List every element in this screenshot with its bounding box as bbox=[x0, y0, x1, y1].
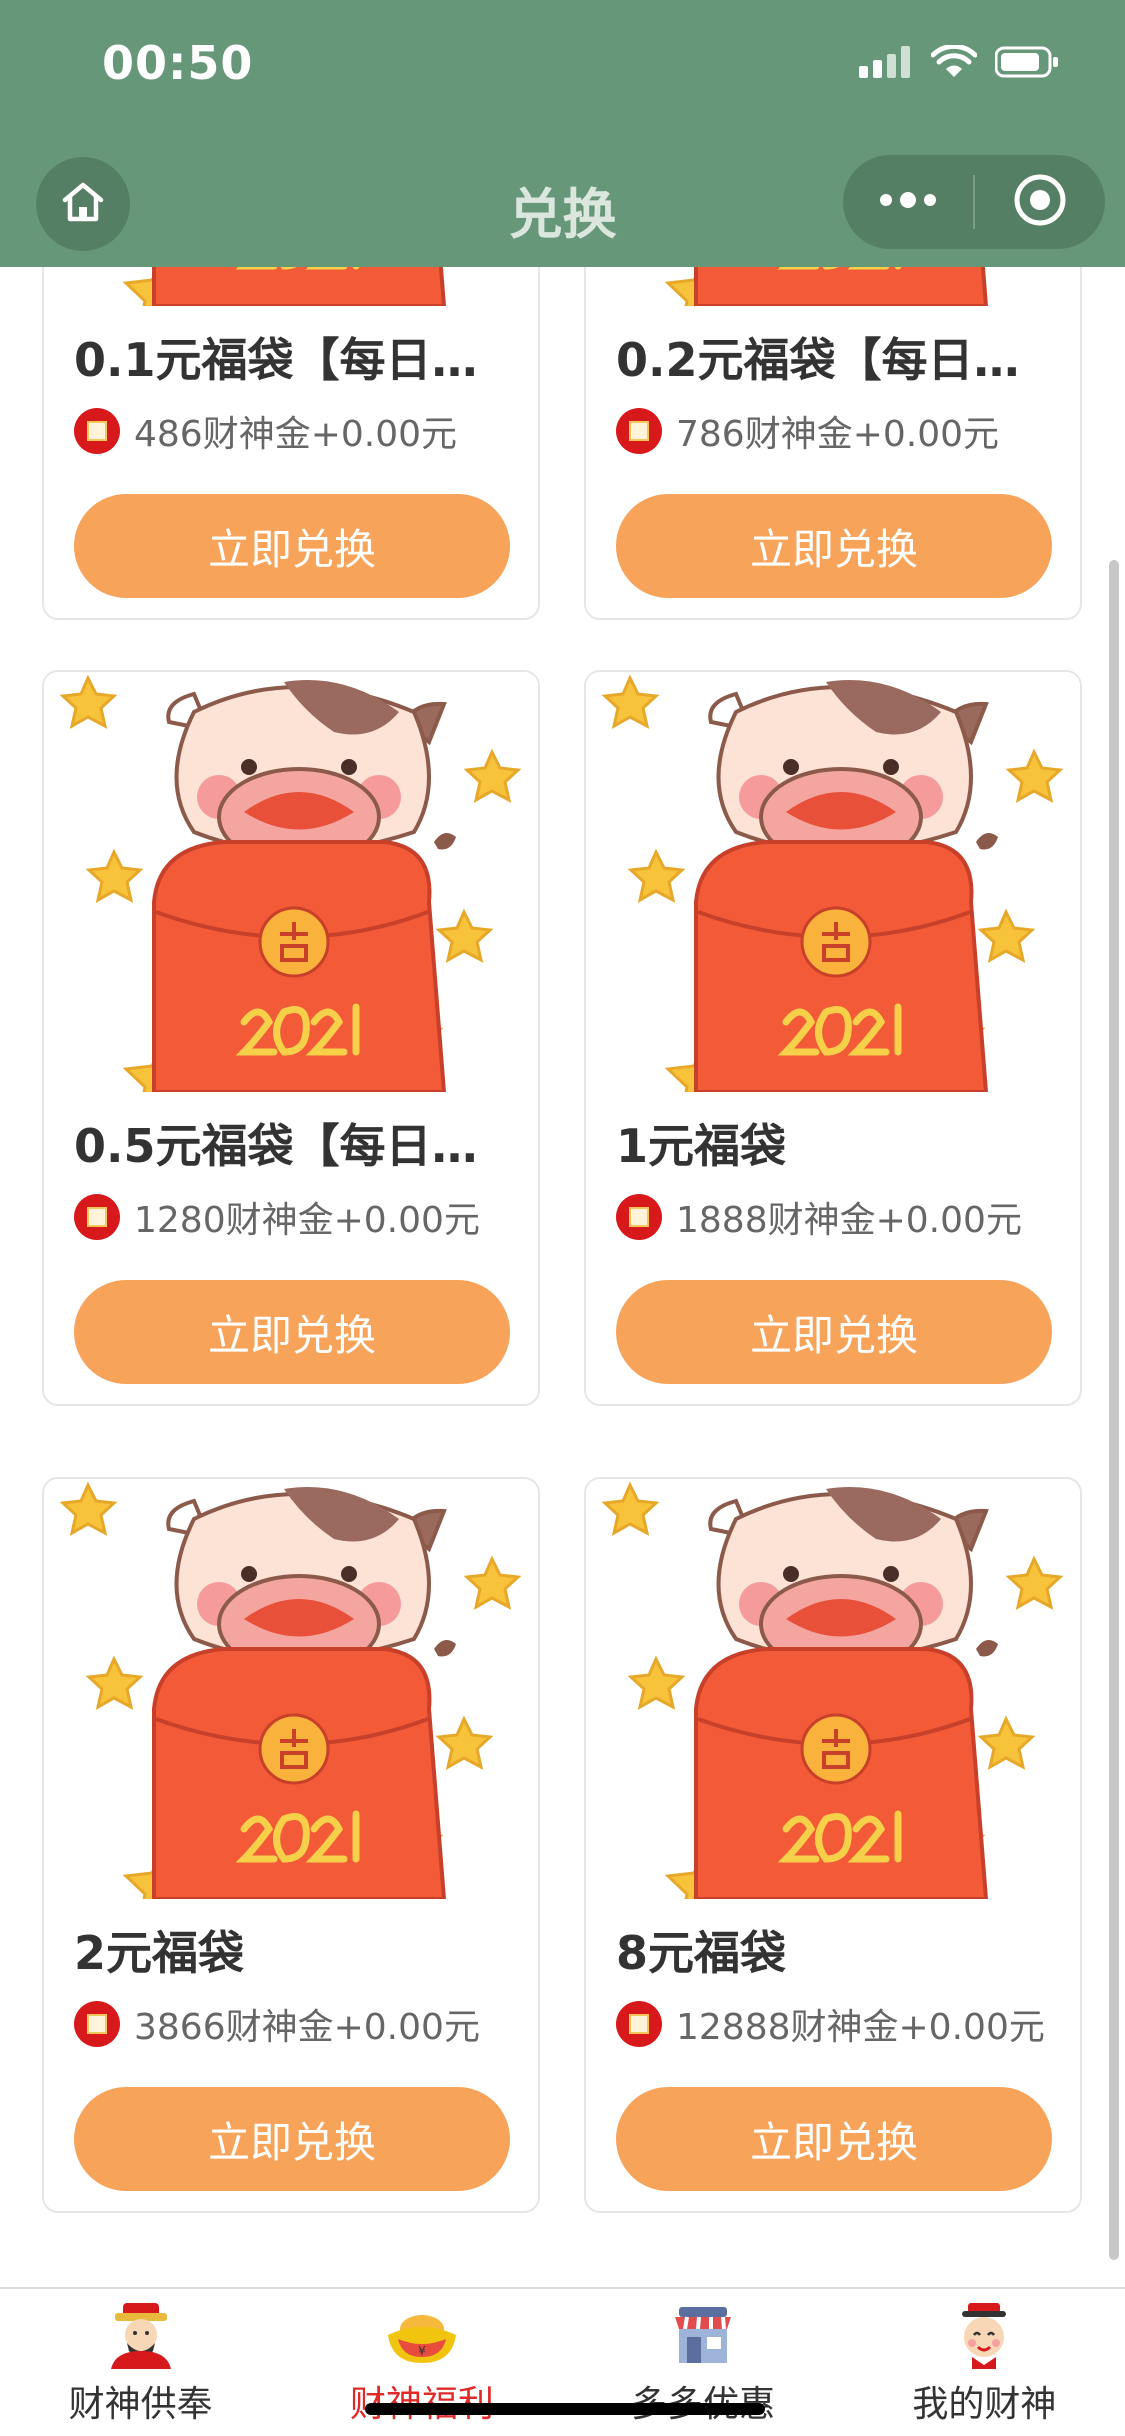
close-miniprogram-button[interactable] bbox=[975, 155, 1105, 249]
price-row: 12888财神金+0.00元 bbox=[616, 1999, 1045, 2049]
product-title: 0.5元福袋【每日… bbox=[74, 1119, 478, 1173]
price-row: 1888财神金+0.00元 bbox=[616, 1192, 1022, 1242]
exchange-screen: 00:50 兑换 0.1元福袋【每日… 486财神金+0.00元 立即兑换 0.… bbox=[0, 0, 1125, 2436]
status-icons bbox=[859, 43, 1059, 84]
header: 00:50 兑换 bbox=[0, 0, 1125, 267]
tab-my-caishen[interactable]: 我的财神 bbox=[844, 2289, 1125, 2436]
more-button[interactable] bbox=[843, 155, 973, 249]
product-card[interactable]: 0.2元福袋【每日… 786财神金+0.00元 立即兑换 bbox=[584, 267, 1082, 620]
home-indicator bbox=[365, 2403, 765, 2415]
status-time: 00:50 bbox=[102, 36, 254, 90]
gold-ingot-icon: ¥ bbox=[382, 2299, 462, 2369]
scrollbar[interactable] bbox=[1109, 560, 1119, 2260]
more-dots-icon bbox=[878, 190, 938, 214]
exchange-button[interactable]: 立即兑换 bbox=[74, 494, 510, 598]
ox-red-envelope-image bbox=[586, 672, 1080, 1092]
caishen-coin-icon bbox=[74, 1194, 120, 1240]
ox-red-envelope-image bbox=[44, 1479, 538, 1899]
wifi-icon bbox=[930, 43, 978, 83]
tab-label: 财神供奉 bbox=[68, 2384, 213, 2425]
product-card[interactable]: 2元福袋 3866财神金+0.00元 立即兑换 bbox=[42, 1477, 540, 2213]
price-row: 486财神金+0.00元 bbox=[74, 406, 457, 456]
caishen-coin-icon bbox=[74, 408, 120, 454]
ox-red-envelope-image bbox=[586, 267, 1080, 306]
exchange-button[interactable]: 立即兑换 bbox=[74, 1280, 510, 1384]
svg-text:¥: ¥ bbox=[418, 2344, 426, 2358]
ox-red-envelope-image bbox=[44, 672, 538, 1092]
battery-icon bbox=[994, 46, 1059, 82]
product-title: 1元福袋 bbox=[616, 1119, 787, 1173]
product-card[interactable]: 1元福袋 1888财神金+0.00元 立即兑换 bbox=[584, 670, 1082, 1406]
capsule-menu bbox=[843, 155, 1105, 249]
caishen-coin-icon bbox=[616, 1194, 662, 1240]
product-title: 0.2元福袋【每日… bbox=[616, 333, 1020, 387]
tab-caishen-gongfeng[interactable]: 财神供奉 bbox=[0, 2289, 281, 2436]
caishen-coin-icon bbox=[616, 2001, 662, 2047]
exchange-button[interactable]: 立即兑换 bbox=[616, 494, 1052, 598]
ox-red-envelope-image bbox=[586, 1479, 1080, 1899]
caishen-icon bbox=[101, 2299, 181, 2369]
tab-label: 我的财神 bbox=[912, 2384, 1057, 2425]
exchange-button[interactable]: 立即兑换 bbox=[616, 1280, 1052, 1384]
profile-caishen-icon bbox=[944, 2299, 1024, 2369]
price-text: 12888财神金+0.00元 bbox=[676, 2007, 1045, 2048]
price-text: 1280财神金+0.00元 bbox=[134, 1200, 480, 1241]
price-row: 3866财神金+0.00元 bbox=[74, 1999, 480, 2049]
product-title: 0.1元福袋【每日… bbox=[74, 333, 478, 387]
exchange-button[interactable]: 立即兑换 bbox=[74, 2087, 510, 2191]
tab-label: 财神福利 bbox=[350, 2375, 494, 2427]
price-text: 786财神金+0.00元 bbox=[676, 414, 1000, 455]
product-card[interactable]: 8元福袋 12888财神金+0.00元 立即兑换 bbox=[584, 1477, 1082, 2213]
caishen-coin-icon bbox=[616, 408, 662, 454]
product-title: 2元福袋 bbox=[74, 1926, 245, 1980]
product-card[interactable]: 0.1元福袋【每日… 486财神金+0.00元 立即兑换 bbox=[42, 267, 540, 620]
price-text: 486财神金+0.00元 bbox=[134, 414, 458, 455]
product-grid: 0.1元福袋【每日… 486财神金+0.00元 立即兑换 0.2元福袋【每日… bbox=[0, 267, 1125, 2287]
target-close-icon bbox=[1013, 173, 1067, 231]
ox-red-envelope-image bbox=[44, 267, 538, 306]
exchange-button[interactable]: 立即兑换 bbox=[616, 2087, 1052, 2191]
caishen-coin-icon bbox=[74, 2001, 120, 2047]
shop-icon bbox=[663, 2299, 743, 2369]
price-text: 3866财神金+0.00元 bbox=[134, 2007, 480, 2048]
product-title: 8元福袋 bbox=[616, 1926, 787, 1980]
signal-icon bbox=[859, 46, 913, 82]
price-row: 1280财神金+0.00元 bbox=[74, 1192, 480, 1242]
price-row: 786财神金+0.00元 bbox=[616, 406, 999, 456]
tab-label: 多多优惠 bbox=[631, 2375, 775, 2427]
product-card[interactable]: 0.5元福袋【每日… 1280财神金+0.00元 立即兑换 bbox=[42, 670, 540, 1406]
price-text: 1888财神金+0.00元 bbox=[676, 1200, 1022, 1241]
